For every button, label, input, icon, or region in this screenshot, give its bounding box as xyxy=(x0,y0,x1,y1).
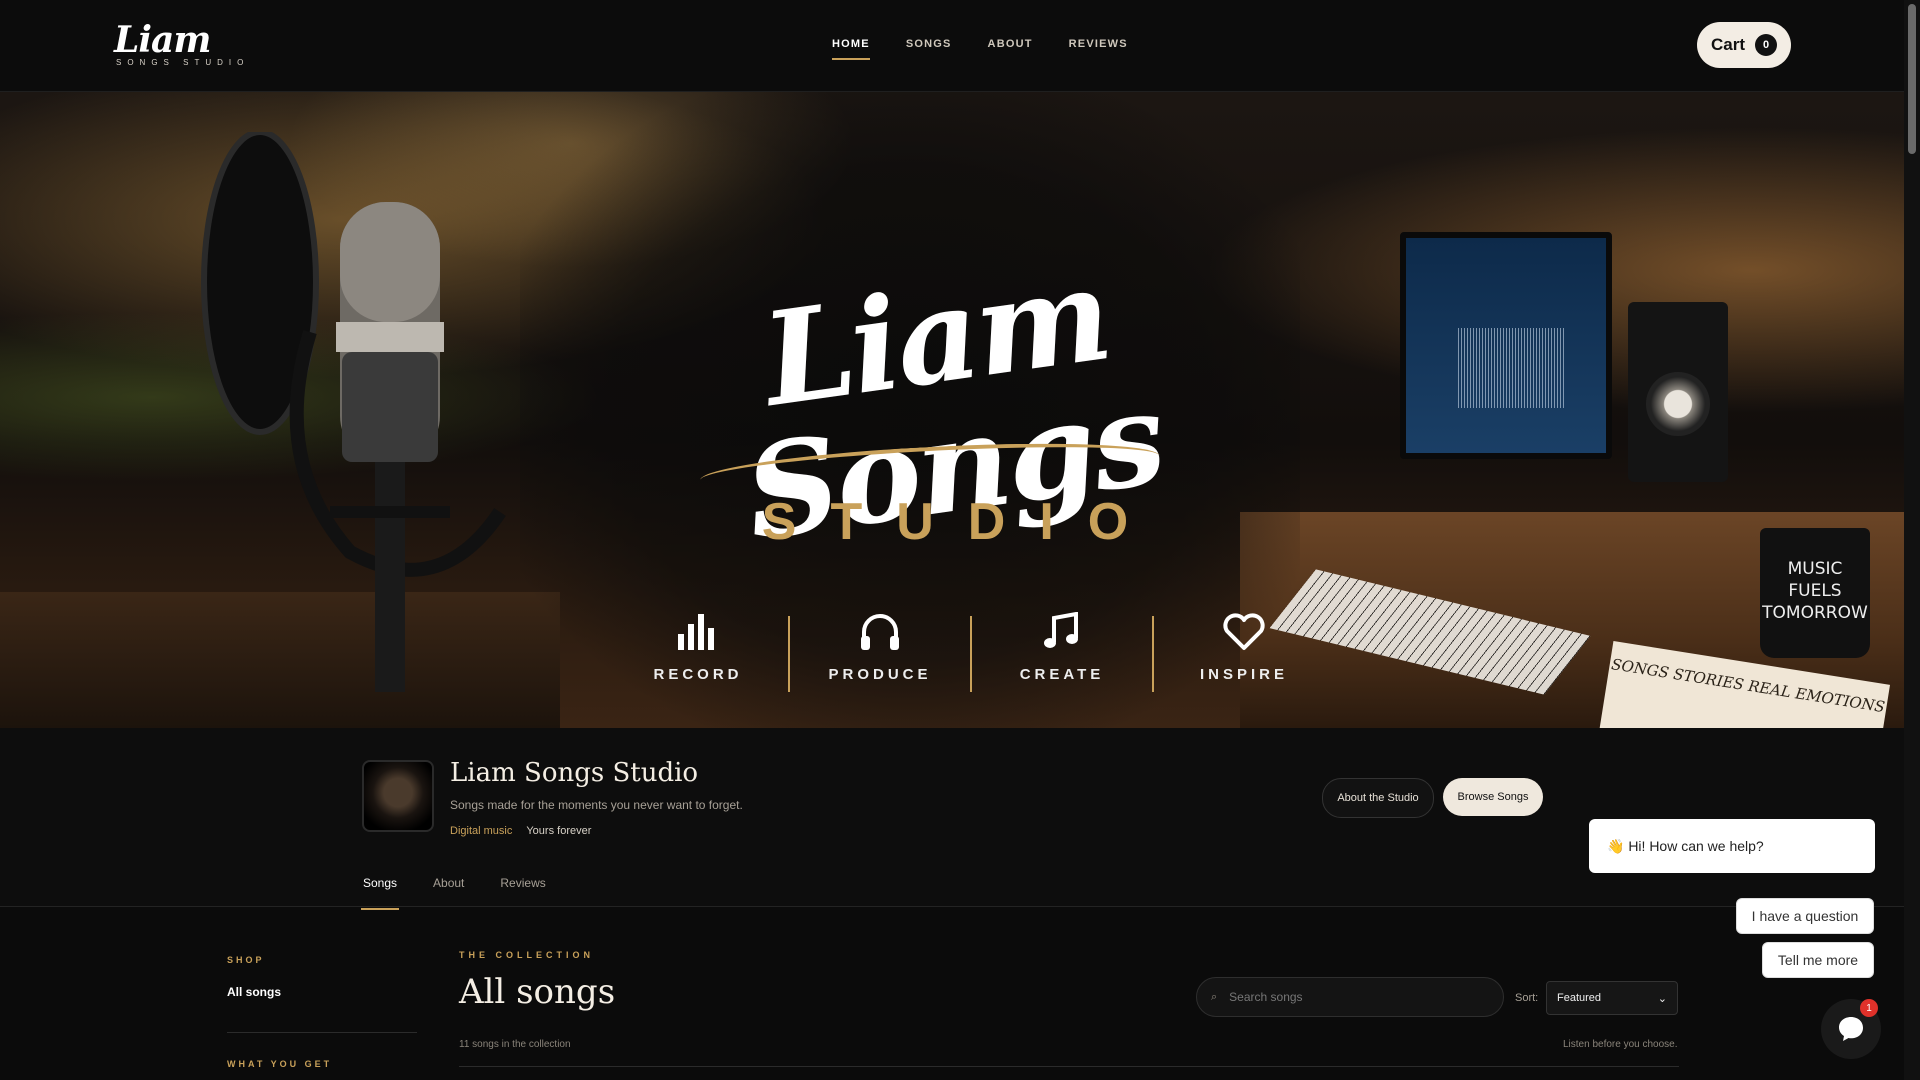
studio-meta: Digital music Yours forever xyxy=(450,825,591,837)
browse-songs-button[interactable]: Browse Songs xyxy=(1443,778,1543,816)
brand-logo[interactable]: Liam SONGS STUDIO xyxy=(114,22,249,67)
pillar-create: CREATE xyxy=(972,612,1152,683)
chat-greeting-bubble: 👋 Hi! How can we help? xyxy=(1589,819,1875,873)
headphones-icon xyxy=(861,614,899,650)
hero-subtitle: STUDIO xyxy=(761,493,1163,551)
sidebar-what-you-get-label: WHAT YOU GET xyxy=(227,1059,333,1069)
sort-label: Sort: xyxy=(1515,992,1539,1004)
meta-yours-forever: Yours forever xyxy=(526,825,592,837)
tab-about[interactable]: About xyxy=(431,876,466,910)
pillar-record-label: RECORD xyxy=(653,666,743,683)
sort-select[interactable]: Featured ⌄ xyxy=(1546,981,1678,1015)
nav-reviews[interactable]: REVIEWS xyxy=(1069,38,1128,60)
page-scrollbar-thumb[interactable] xyxy=(1908,4,1916,154)
pillar-inspire-label: INSPIRE xyxy=(1199,666,1288,683)
chat-bubble-icon xyxy=(1839,1017,1863,1041)
collection-eyebrow: THE COLLECTION xyxy=(459,950,594,960)
collection-title: All songs xyxy=(459,972,616,1012)
chat-option-question[interactable]: I have a question xyxy=(1736,898,1874,934)
hero-speaker xyxy=(1628,302,1728,482)
hero-monitor xyxy=(1400,232,1612,459)
cart-label: Cart xyxy=(1710,35,1745,54)
logo-subtitle: SONGS STUDIO xyxy=(116,58,250,67)
bar-chart-icon xyxy=(678,614,714,650)
tab-reviews[interactable]: Reviews xyxy=(498,876,547,910)
top-navigation-bar: Liam SONGS STUDIO HOME SONGS ABOUT REVIE… xyxy=(0,0,1904,92)
listen-note: Listen before you choose. xyxy=(1563,1039,1678,1050)
search-input[interactable] xyxy=(1227,989,1472,1005)
page-scrollbar-track[interactable] xyxy=(1904,0,1920,1080)
pillar-produce-label: PRODUCE xyxy=(828,666,932,683)
cart-count-badge: 0 xyxy=(1755,34,1777,56)
studio-tagline: Songs made for the moments you never wan… xyxy=(450,798,743,812)
song-count: 11 songs in the collection xyxy=(459,1039,571,1050)
logo-script-text: Liam xyxy=(114,19,211,61)
tab-songs[interactable]: Songs xyxy=(361,876,400,910)
sort-selected-value: Featured xyxy=(1557,992,1602,1004)
main-nav: HOME SONGS ABOUT REVIEWS xyxy=(832,38,1128,60)
music-note-icon xyxy=(1044,612,1078,648)
search-field[interactable]: ⌕ xyxy=(1196,977,1504,1017)
hero-banner: MUSIC FUELS TOMORROW SONGS STORIES REAL … xyxy=(0,92,1904,728)
pillar-record: RECORD xyxy=(608,612,788,683)
collection-divider xyxy=(459,1066,1679,1067)
pillar-produce: PRODUCE xyxy=(790,612,970,683)
microphone-illustration xyxy=(201,132,506,692)
heart-icon xyxy=(1223,613,1265,650)
search-icon: ⌕ xyxy=(1211,990,1218,1003)
chevron-down-icon: ⌄ xyxy=(1657,992,1667,1005)
studio-name: Liam Songs Studio xyxy=(450,758,699,788)
nav-home[interactable]: HOME xyxy=(832,38,870,60)
meta-digital-music: Digital music xyxy=(450,825,513,837)
pillar-create-label: CREATE xyxy=(1019,666,1105,683)
chat-option-tell-more[interactable]: Tell me more xyxy=(1762,942,1874,978)
chat-notification-badge: 1 xyxy=(1860,999,1878,1017)
nav-about[interactable]: ABOUT xyxy=(988,38,1033,60)
sidebar-shop-label: SHOP xyxy=(227,955,265,965)
hero-pillars: RECORD PRODUCE CREATE INSPIRE xyxy=(608,612,1334,692)
nav-songs[interactable]: SONGS xyxy=(906,38,952,60)
studio-tabs: Songs About Reviews xyxy=(361,876,548,910)
studio-avatar xyxy=(362,760,434,832)
sidebar-item-all-songs[interactable]: All songs xyxy=(227,985,281,999)
cart-button[interactable]: Cart 0 xyxy=(1697,22,1791,68)
sidebar-divider xyxy=(227,1032,417,1033)
studio-info-band: Liam Songs Studio Songs made for the mom… xyxy=(0,728,1904,910)
pillar-inspire: INSPIRE xyxy=(1154,612,1334,683)
about-studio-button[interactable]: About the Studio xyxy=(1322,778,1434,818)
hero-mug: MUSIC FUELS TOMORROW xyxy=(1760,528,1870,658)
